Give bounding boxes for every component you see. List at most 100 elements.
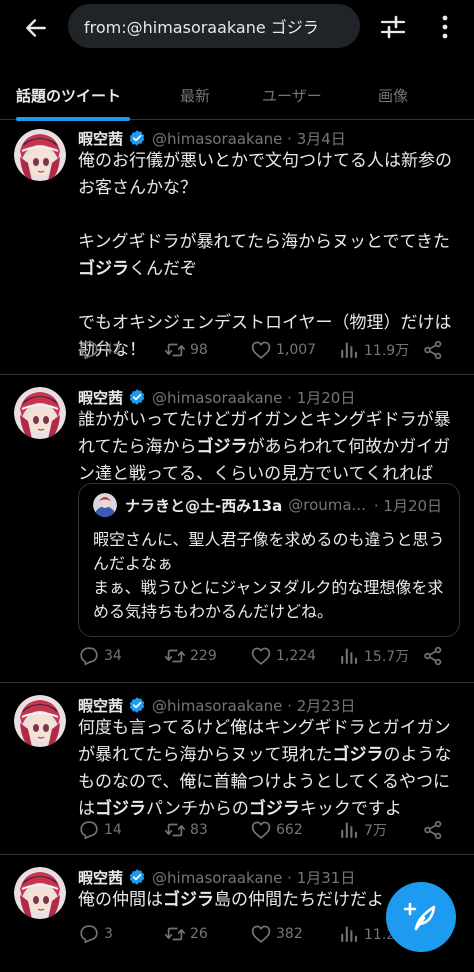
like-count: 382 <box>276 926 303 942</box>
retweet-button[interactable]: 26 <box>164 923 208 945</box>
heart-icon <box>250 923 272 945</box>
handle-and-date: @himasoraakane · 2月23日 <box>152 696 356 715</box>
tweet-header: 暇空茜 @himasoraakane · 3月4日 <box>78 127 346 149</box>
avatar[interactable] <box>14 387 66 439</box>
like-button[interactable]: 1,007 <box>250 339 316 361</box>
tweet[interactable]: 暇空茜 @himasoraakane · 1月20日 誰かがいってたけどガイガン… <box>0 375 474 683</box>
back-button[interactable] <box>20 12 52 44</box>
retweet-icon <box>164 819 186 841</box>
tweet-text: 俺のお行儀が悪いとかで文句つけてる人は新参のお客さんかな？ キングギドラが暴れて… <box>78 151 452 360</box>
like-button[interactable]: 382 <box>250 923 303 945</box>
handle-and-date: @himasoraakane · 3月4日 <box>152 129 346 148</box>
more-vertical-icon <box>442 15 448 39</box>
share-icon <box>422 339 444 361</box>
verified-badge-icon <box>128 388 146 406</box>
share-icon <box>422 645 444 667</box>
quoted-tweet-header: ナラきと@土-西み13a @rouma... · 1月20日 <box>93 493 443 517</box>
share-button[interactable] <box>422 339 448 361</box>
like-count: 1,007 <box>276 342 317 358</box>
share-button[interactable] <box>422 819 448 841</box>
retweet-button[interactable]: 98 <box>164 339 208 361</box>
views-button[interactable]: 11.9万 <box>338 339 409 361</box>
reply-count: 3 <box>104 926 113 942</box>
compose-feather-plus-icon <box>404 902 436 931</box>
retweet-button[interactable]: 83 <box>164 819 208 841</box>
search-tabs: 話題のツイート 最新 ユーザー 画像 <box>0 70 474 121</box>
reply-button[interactable]: 34 <box>78 645 122 667</box>
reply-icon <box>78 923 100 945</box>
display-name[interactable]: 暇空茜 <box>78 695 123 716</box>
reply-icon <box>78 645 100 667</box>
quoted-tweet[interactable]: ナラきと@土-西み13a @rouma... · 1月20日 暇空さんに、聖人君… <box>78 483 460 637</box>
reply-count: 14 <box>104 822 122 838</box>
quoted-date: · 1月20日 <box>373 496 443 515</box>
tab-top[interactable]: 話題のツイート <box>16 70 121 120</box>
tweet-actions: 14 83 662 7万 <box>78 819 458 843</box>
share-button[interactable] <box>422 645 448 667</box>
view-count: 7万 <box>364 823 387 839</box>
search-input[interactable]: from:@himasoraakane ゴジラ <box>68 4 360 48</box>
tweet[interactable]: 暇空茜 @himasoraakane · 2月23日 何度も言ってるけど俺はキン… <box>0 683 474 855</box>
quoted-avatar <box>93 493 117 517</box>
tab-people[interactable]: ユーザー <box>262 70 322 120</box>
tweet-header: 暇空茜 @himasoraakane · 1月20日 <box>78 386 355 408</box>
retweet-count: 229 <box>190 648 217 664</box>
tab-latest[interactable]: 最新 <box>180 70 210 120</box>
retweet-count: 26 <box>190 926 208 942</box>
tab-media[interactable]: 画像 <box>378 70 408 120</box>
heart-icon <box>250 645 272 667</box>
views-button[interactable]: 7万 <box>338 819 387 841</box>
views-chart-icon <box>338 923 360 945</box>
compose-tweet-button[interactable] <box>386 882 456 952</box>
reply-button[interactable]: 3 <box>78 923 113 945</box>
heart-icon <box>250 819 272 841</box>
filter-sliders-icon <box>380 15 406 39</box>
display-name[interactable]: 暇空茜 <box>78 128 123 149</box>
tweet[interactable]: 暇空茜 @himasoraakane · 3月4日 俺のお行儀が悪いとかで文句つ… <box>0 121 474 375</box>
like-count: 662 <box>276 822 303 838</box>
tweet-text: 何度も言ってるけど俺はキングギドラとガイガンが暴れてたら海からヌッて現れたゴジラ… <box>78 718 452 819</box>
like-count: 1,224 <box>276 648 317 664</box>
tweet-actions: 42 98 1,007 11.9万 <box>78 339 458 363</box>
tweet-text: 誰かがいってたけどガイガンとキングギドラが暴れてたら海からゴジラがあらわれて何故… <box>78 410 451 484</box>
tweet-header: 暇空茜 @himasoraakane · 2月23日 <box>78 694 355 716</box>
tweet-header: 暇空茜 @himasoraakane · 1月31日 <box>78 866 355 888</box>
reply-icon <box>78 819 100 841</box>
reply-icon <box>78 339 100 361</box>
back-arrow-icon <box>26 19 46 37</box>
avatar[interactable] <box>14 695 66 747</box>
verified-badge-icon <box>128 129 146 147</box>
views-chart-icon <box>338 339 360 361</box>
like-button[interactable]: 1,224 <box>250 645 316 667</box>
more-options-button[interactable] <box>432 12 458 42</box>
reply-button[interactable]: 42 <box>78 339 122 361</box>
search-query: from:@himasoraakane ゴジラ <box>84 18 319 37</box>
quoted-tweet-text: 暇空さんに、聖人君子像を求めるのも違うと思うんだよなぁ まぁ、戦うひとにジャンヌ… <box>93 530 445 621</box>
like-button[interactable]: 662 <box>250 819 303 841</box>
views-chart-icon <box>338 819 360 841</box>
reply-button[interactable]: 14 <box>78 819 122 841</box>
reply-count: 34 <box>104 648 122 664</box>
view-count: 11.9万 <box>364 343 410 359</box>
verified-badge-icon <box>128 868 146 886</box>
retweet-icon <box>164 645 186 667</box>
retweet-icon <box>164 339 186 361</box>
views-button[interactable]: 15.7万 <box>338 645 409 667</box>
handle-and-date: @himasoraakane · 1月20日 <box>152 388 356 407</box>
quoted-handle: @rouma... <box>288 496 366 514</box>
quoted-display-name: ナラきと@土-西み13a <box>125 496 283 515</box>
retweet-icon <box>164 923 186 945</box>
retweet-count: 98 <box>190 342 208 358</box>
reply-count: 42 <box>104 342 122 358</box>
avatar[interactable] <box>14 129 66 181</box>
display-name[interactable]: 暇空茜 <box>78 867 123 888</box>
search-filter-button[interactable] <box>376 12 410 42</box>
avatar[interactable] <box>14 867 66 919</box>
views-chart-icon <box>338 645 360 667</box>
display-name[interactable]: 暇空茜 <box>78 387 123 408</box>
share-icon <box>422 819 444 841</box>
retweet-button[interactable]: 229 <box>164 645 217 667</box>
top-bar: from:@himasoraakane ゴジラ <box>0 0 474 56</box>
tweet-actions: 34 229 1,224 15.7万 <box>78 645 458 669</box>
view-count: 15.7万 <box>364 649 410 665</box>
